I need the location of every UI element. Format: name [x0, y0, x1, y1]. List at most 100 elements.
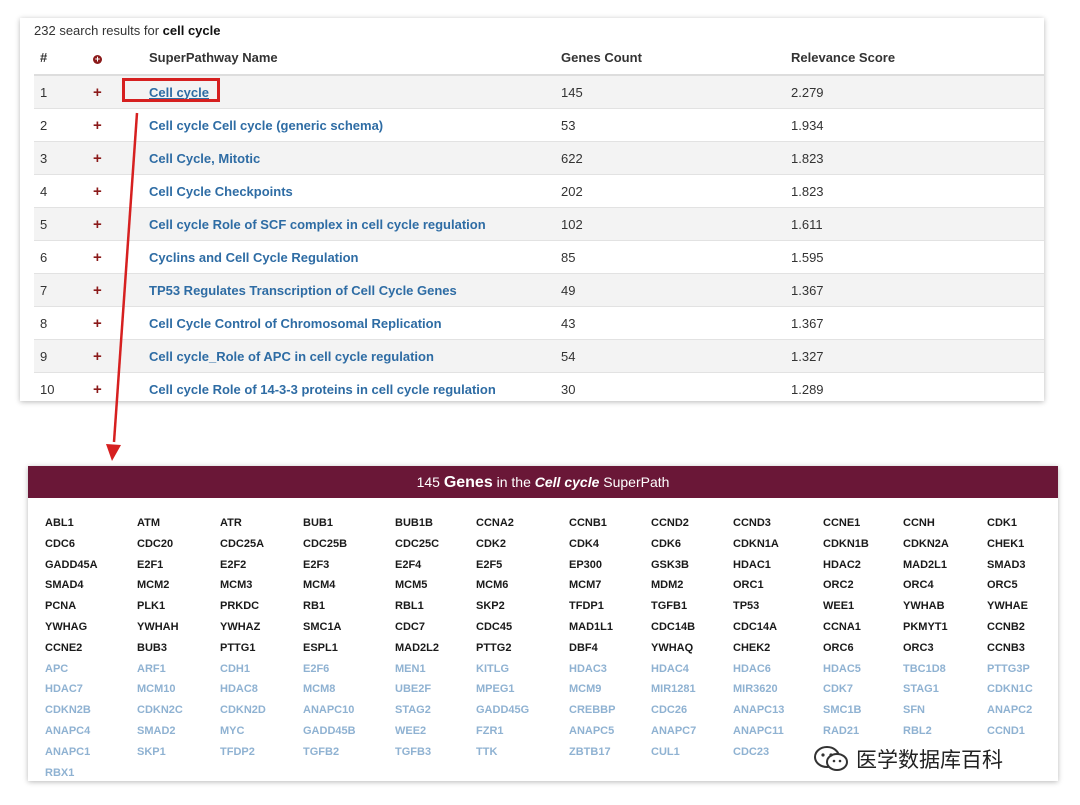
gene-link[interactable]: PRKDC: [220, 596, 303, 617]
gene-link[interactable]: CCNA2: [476, 513, 569, 534]
pathway-link[interactable]: TP53 Regulates Transcription of Cell Cyc…: [149, 283, 457, 298]
gene-link[interactable]: ATR: [220, 513, 303, 534]
gene-link[interactable]: CCND3: [733, 513, 823, 534]
column-header-name[interactable]: SuperPathway Name: [149, 40, 561, 76]
gene-link[interactable]: CDC23: [733, 742, 823, 763]
add-all-icon[interactable]: +: [93, 54, 102, 64]
pathway-link[interactable]: Cell Cycle Control of Chromosomal Replic…: [149, 316, 442, 331]
gene-link[interactable]: WEE1: [823, 596, 903, 617]
gene-link[interactable]: CDKN1A: [733, 534, 823, 555]
gene-link[interactable]: RBX1: [45, 763, 137, 784]
pathway-link[interactable]: Cell cycle Cell cycle (generic schema): [149, 118, 383, 133]
gene-link[interactable]: MAD2L2: [395, 638, 476, 659]
gene-link[interactable]: FZR1: [476, 721, 569, 742]
gene-link[interactable]: MIR3620: [733, 679, 823, 700]
gene-link[interactable]: E2F6: [303, 659, 395, 680]
gene-link[interactable]: ORC6: [823, 638, 903, 659]
gene-link[interactable]: STAG1: [903, 679, 987, 700]
gene-link[interactable]: RBL2: [903, 721, 987, 742]
gene-link[interactable]: ZBTB17: [569, 742, 651, 763]
gene-link[interactable]: GADD45A: [45, 555, 137, 576]
pathway-link[interactable]: Cell Cycle Checkpoints: [149, 184, 293, 199]
pathway-link[interactable]: Cell cycle_Role of APC in cell cycle reg…: [149, 349, 434, 364]
gene-link[interactable]: SMAD4: [45, 575, 137, 596]
gene-link[interactable]: ATM: [137, 513, 220, 534]
gene-link[interactable]: PLK1: [137, 596, 220, 617]
gene-link[interactable]: CCND1: [987, 721, 1045, 742]
gene-link[interactable]: MAD1L1: [569, 617, 651, 638]
gene-link[interactable]: TGFB1: [651, 596, 733, 617]
gene-link[interactable]: GADD45B: [303, 721, 395, 742]
gene-link[interactable]: DBF4: [569, 638, 651, 659]
gene-link[interactable]: CDK7: [823, 679, 903, 700]
gene-link[interactable]: ESPL1: [303, 638, 395, 659]
gene-link[interactable]: E2F5: [476, 555, 569, 576]
gene-link[interactable]: SKP1: [137, 742, 220, 763]
gene-link[interactable]: WEE2: [395, 721, 476, 742]
gene-link[interactable]: TBC1D8: [903, 659, 987, 680]
column-header-relevance[interactable]: Relevance Score: [791, 40, 1044, 76]
gene-link[interactable]: TTK: [476, 742, 569, 763]
gene-link[interactable]: ORC2: [823, 575, 903, 596]
pathway-link[interactable]: Cell cycle Role of SCF complex in cell c…: [149, 217, 486, 232]
gene-link[interactable]: CDC26: [651, 700, 733, 721]
gene-link[interactable]: CDC25C: [395, 534, 476, 555]
gene-link[interactable]: MAD2L1: [903, 555, 987, 576]
gene-link[interactable]: CDH1: [220, 659, 303, 680]
gene-link[interactable]: MCM7: [569, 575, 651, 596]
gene-link[interactable]: CCNE2: [45, 638, 137, 659]
gene-link[interactable]: MCM3: [220, 575, 303, 596]
gene-link[interactable]: CDK6: [651, 534, 733, 555]
gene-link[interactable]: EP300: [569, 555, 651, 576]
gene-link[interactable]: CDC20: [137, 534, 220, 555]
gene-link[interactable]: HDAC7: [45, 679, 137, 700]
gene-link[interactable]: GADD45G: [476, 700, 569, 721]
gene-link[interactable]: CDKN1C: [987, 679, 1045, 700]
pathway-link[interactable]: Cell cycle Role of 14-3-3 proteins in ce…: [149, 382, 496, 397]
gene-link[interactable]: CREBBP: [569, 700, 651, 721]
gene-link[interactable]: CCNB3: [987, 638, 1045, 659]
gene-link[interactable]: PTTG3P: [987, 659, 1045, 680]
gene-link[interactable]: APC: [45, 659, 137, 680]
gene-link[interactable]: MCM8: [303, 679, 395, 700]
gene-link[interactable]: STAG2: [395, 700, 476, 721]
gene-link[interactable]: SMAD3: [987, 555, 1045, 576]
gene-link[interactable]: CDC14B: [651, 617, 733, 638]
gene-link[interactable]: TP53: [733, 596, 823, 617]
gene-link[interactable]: ANAPC1: [45, 742, 137, 763]
gene-link[interactable]: HDAC6: [733, 659, 823, 680]
pathway-link[interactable]: Cell Cycle, Mitotic: [149, 151, 260, 166]
gene-link[interactable]: CDC25B: [303, 534, 395, 555]
gene-link[interactable]: MDM2: [651, 575, 733, 596]
gene-link[interactable]: ORC1: [733, 575, 823, 596]
gene-link[interactable]: PTTG1: [220, 638, 303, 659]
gene-link[interactable]: MCM2: [137, 575, 220, 596]
gene-link[interactable]: PTTG2: [476, 638, 569, 659]
gene-link[interactable]: E2F2: [220, 555, 303, 576]
gene-link[interactable]: MPEG1: [476, 679, 569, 700]
gene-link[interactable]: RAD21: [823, 721, 903, 742]
gene-link[interactable]: MCM6: [476, 575, 569, 596]
gene-link[interactable]: CDC25A: [220, 534, 303, 555]
gene-link[interactable]: CDKN1B: [823, 534, 903, 555]
gene-link[interactable]: BUB3: [137, 638, 220, 659]
gene-link[interactable]: SMC1A: [303, 617, 395, 638]
gene-link[interactable]: BUB1B: [395, 513, 476, 534]
gene-link[interactable]: ANAPC11: [733, 721, 823, 742]
gene-link[interactable]: YWHAH: [137, 617, 220, 638]
gene-link[interactable]: TFDP1: [569, 596, 651, 617]
gene-link[interactable]: CCNH: [903, 513, 987, 534]
gene-link[interactable]: CCNB2: [987, 617, 1045, 638]
gene-link[interactable]: RBL1: [395, 596, 476, 617]
gene-link[interactable]: YWHAQ: [651, 638, 733, 659]
gene-link[interactable]: MCM9: [569, 679, 651, 700]
gene-link[interactable]: CDKN2C: [137, 700, 220, 721]
gene-link[interactable]: YWHAZ: [220, 617, 303, 638]
gene-link[interactable]: CDK1: [987, 513, 1045, 534]
gene-link[interactable]: TGFB2: [303, 742, 395, 763]
gene-link[interactable]: HDAC2: [823, 555, 903, 576]
gene-link[interactable]: E2F4: [395, 555, 476, 576]
gene-link[interactable]: SMC1B: [823, 700, 903, 721]
gene-link[interactable]: YWHAG: [45, 617, 137, 638]
gene-link[interactable]: MIR1281: [651, 679, 733, 700]
